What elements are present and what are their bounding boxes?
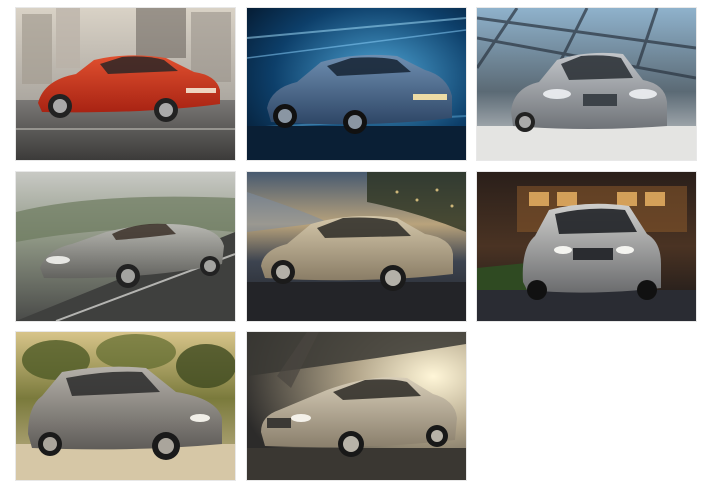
convertible-image xyxy=(16,172,235,321)
car-photo-luxury-sedan[interactable] xyxy=(247,332,466,480)
car-photo-convertible[interactable] xyxy=(16,172,235,321)
car-photo-blue-sedan[interactable] xyxy=(247,8,466,160)
blue-sedan-image xyxy=(247,8,466,160)
suv-night-image xyxy=(477,172,696,321)
car-photo-suv-countryside[interactable] xyxy=(16,332,235,480)
car-photo-silver-sedan[interactable] xyxy=(477,8,696,160)
silver-sedan-image xyxy=(477,8,696,160)
car-photo-suv-night[interactable] xyxy=(477,172,696,321)
suv-countryside-image xyxy=(16,332,235,480)
luxury-sedan-image xyxy=(247,332,466,480)
champagne-sedan-image xyxy=(247,172,466,321)
car-photo-red-coupe[interactable] xyxy=(16,8,235,160)
car-photo-champagne-sedan[interactable] xyxy=(247,172,466,321)
red-coupe-image xyxy=(16,8,235,160)
